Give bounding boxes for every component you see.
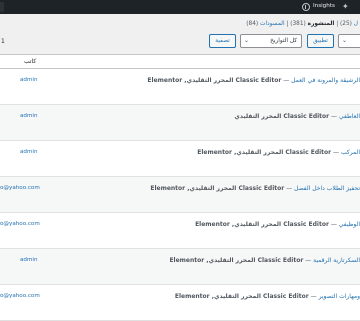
post-states: Classic Editor المحرر التقليدي, Elemento…	[169, 257, 304, 264]
table-row: admin العاطفي — Classic Editor المحرر ال…	[0, 105, 360, 141]
chevron-down-icon: ⌄	[244, 37, 250, 44]
status-views: ل (25) | المنشورة (381) | المسودات (84)	[246, 21, 358, 27]
column-author-header[interactable]: كاتب	[24, 58, 36, 65]
table-header: كاتب	[0, 55, 360, 69]
post-author[interactable]: o@yahoo.com	[0, 293, 40, 299]
post-author[interactable]: o@yahoo.com	[0, 185, 40, 191]
post-title-separator: —	[331, 149, 341, 156]
dates-filter-value: كل التواريخ	[270, 38, 297, 44]
tablenav-top: ⌄ تطبيق ⌄ كل التواريخ تصفية 1	[0, 33, 360, 51]
post-author[interactable]: admin	[20, 113, 38, 119]
apply-button[interactable]: تطبيق	[307, 34, 334, 48]
post-title-separator: —	[303, 257, 314, 264]
table-row: o@yahoo.com ومهارات التصوير — Classic Ed…	[0, 285, 360, 321]
wordpress-icon[interactable]: ✦	[342, 2, 352, 12]
post-title-separator: —	[284, 185, 295, 192]
post-title-link[interactable]: الرشيقة والمرونة في العمل	[291, 77, 360, 84]
post-title-link[interactable]: ومهارات التصوير	[319, 293, 360, 300]
post-title-link[interactable]: الوظيفي	[339, 221, 360, 228]
post-title-link[interactable]: تحفيز الطلاب داخل الفصل	[294, 185, 360, 192]
insights-link[interactable]: Insights	[313, 3, 335, 9]
page-indicator: 1	[1, 38, 5, 45]
filter-button[interactable]: تصفية	[209, 34, 236, 48]
post-title-link[interactable]: العاطفي	[339, 113, 360, 120]
view-separator: |	[336, 21, 339, 27]
table-row: o@yahoo.com تحفيز الطلاب داخل الفصل — Cl…	[0, 177, 360, 213]
post-states: Classic Editor المحرر التقليدي, Elemento…	[147, 77, 282, 84]
post-title-link[interactable]: السكرتارية الرقمية	[313, 257, 360, 264]
post-title-cell: الرشيقة والمرونة في العمل — Classic Edit…	[147, 77, 360, 84]
post-title-separator: —	[328, 221, 339, 228]
view-all-fragment[interactable]: ل	[354, 21, 358, 27]
view-drafts-count: (84)	[246, 21, 259, 27]
bulk-actions-select[interactable]: ⌄	[338, 34, 360, 48]
view-separator: |	[286, 21, 289, 27]
view-drafts[interactable]: المسودات	[260, 21, 285, 27]
post-title-separator: —	[281, 77, 292, 84]
post-title-cell: المركب — Classic Editor المحرر التقليدي,…	[197, 149, 360, 156]
view-published[interactable]: المنشورة	[308, 21, 335, 27]
admin-bar-edge	[0, 2, 4, 12]
post-title-cell: الوظيفي — Classic Editor المحرر التقليدي…	[195, 221, 360, 228]
post-title-cell: العاطفي — Classic Editor المحرر التقليدي	[234, 113, 360, 120]
table-row: admin الرشيقة والمرونة في العمل — Classi…	[0, 69, 360, 105]
post-author[interactable]: admin	[20, 149, 38, 155]
view-published-count: (381)	[290, 21, 306, 27]
insights-icon[interactable]	[302, 3, 310, 11]
post-title-separator: —	[329, 113, 339, 120]
post-title-cell: ومهارات التصوير — Classic Editor المحرر …	[175, 293, 360, 300]
chevron-down-icon: ⌄	[342, 37, 348, 44]
post-author[interactable]: admin	[20, 257, 38, 263]
post-states: Classic Editor المحرر التقليدي, Elemento…	[197, 149, 332, 156]
post-author[interactable]: admin	[20, 77, 38, 83]
post-states: Classic Editor المحرر التقليدي	[234, 113, 330, 120]
post-author[interactable]: o@yahoo.com	[0, 221, 40, 227]
table-row: admin السكرتارية الرقمية — Classic Edito…	[0, 249, 360, 285]
posts-table: كاتب admin الرشيقة والمرونة في العمل — C…	[0, 54, 360, 321]
table-row: admin المركب — Classic Editor المحرر الت…	[0, 141, 360, 177]
post-title-link[interactable]: المركب	[341, 149, 360, 156]
post-title-cell: السكرتارية الرقمية — Classic Editor المح…	[169, 257, 360, 264]
post-states: Classic Editor المحرر التقليدي, Elemento…	[195, 221, 329, 228]
post-title-cell: تحفيز الطلاب داخل الفصل — Classic Editor…	[150, 185, 360, 192]
dates-filter-select[interactable]: ⌄ كل التواريخ	[240, 34, 302, 48]
post-states: Classic Editor المحرر التقليدي, Elemento…	[150, 185, 285, 192]
view-first-count: (25)	[340, 21, 352, 27]
post-states: Classic Editor المحرر التقليدي, Elemento…	[174, 293, 309, 300]
post-title-separator: —	[308, 293, 319, 300]
table-row: o@yahoo.com الوظيفي — Classic Editor الم…	[0, 213, 360, 249]
admin-bar: Insights ✦	[0, 0, 360, 14]
